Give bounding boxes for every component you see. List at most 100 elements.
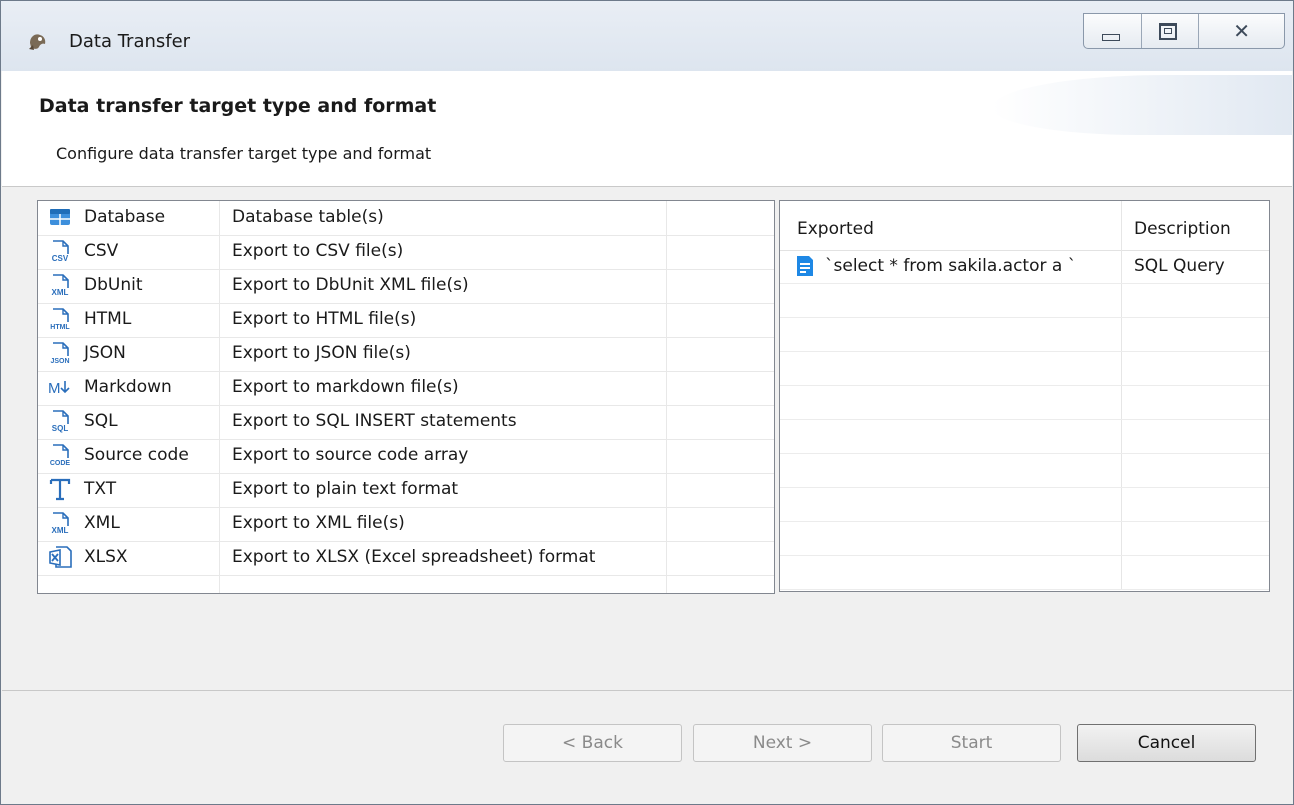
- sql-script-icon: [797, 256, 813, 276]
- format-name: Markdown: [84, 377, 172, 397]
- format-name: SQL: [84, 411, 118, 431]
- svg-text:CODE: CODE: [50, 460, 71, 467]
- next-button[interactable]: Next >: [693, 724, 872, 762]
- format-row[interactable]: CODE Source code Export to source code arr…: [38, 439, 774, 474]
- empty-row: [780, 386, 1269, 420]
- format-name: DbUnit: [84, 275, 143, 295]
- column-divider: [1121, 352, 1122, 385]
- format-name: XLSX: [84, 547, 128, 567]
- column-header-description[interactable]: Description: [1134, 219, 1231, 239]
- format-row[interactable]: M Markdown Export to markdown file(s): [38, 371, 774, 406]
- format-row[interactable]: SQL SQL Export to SQL INSERT statements: [38, 405, 774, 440]
- xml-file-icon: XML: [52, 512, 69, 535]
- column-divider: [1121, 556, 1122, 589]
- header-decoration: [992, 75, 1292, 135]
- title-bar[interactable]: Data Transfer ✕: [1, 1, 1293, 71]
- format-name: JSON: [84, 343, 126, 363]
- column-divider: [1121, 250, 1122, 283]
- close-button[interactable]: ✕: [1199, 14, 1284, 48]
- column-divider: [1121, 284, 1122, 317]
- svg-text:XML: XML: [52, 288, 69, 297]
- svg-text:HTML: HTML: [50, 324, 70, 331]
- column-divider: [1121, 420, 1122, 453]
- back-button[interactable]: < Back: [503, 724, 682, 762]
- format-name: HTML: [84, 309, 132, 329]
- start-button[interactable]: Start: [882, 724, 1061, 762]
- empty-row: [780, 522, 1269, 556]
- column-divider: [1121, 488, 1122, 521]
- page-title: Data transfer target type and format: [39, 95, 437, 117]
- format-row[interactable]: Database Database table(s): [38, 201, 774, 236]
- format-row[interactable]: XML XML Export to XML file(s): [38, 507, 774, 542]
- format-name: Source code: [84, 445, 189, 465]
- footer-separator: [2, 690, 1292, 691]
- format-name: XML: [84, 513, 120, 533]
- empty-row: [780, 284, 1269, 318]
- format-description: Export to CSV file(s): [232, 241, 404, 261]
- empty-row: [38, 575, 774, 593]
- format-description: Export to JSON file(s): [232, 343, 411, 363]
- format-row[interactable]: CSV CSV Export to CSV file(s): [38, 235, 774, 270]
- code-file-icon: CODE: [50, 444, 71, 467]
- sql-file-icon: SQL: [52, 410, 69, 433]
- window-title: Data Transfer: [69, 31, 191, 52]
- csv-file-icon: CSV: [52, 240, 69, 263]
- window-controls: ✕: [1083, 13, 1285, 49]
- exported-table[interactable]: Exported Description `select * from saki…: [779, 200, 1270, 592]
- empty-row: [780, 556, 1269, 590]
- markdown-icon: M: [48, 380, 70, 397]
- column-divider: [1121, 454, 1122, 487]
- excel-icon: [49, 546, 72, 568]
- html-file-icon: HTML: [50, 308, 70, 331]
- format-description: Export to markdown file(s): [232, 377, 459, 397]
- format-row[interactable]: XLSX Export to XLSX (Excel spreadsheet) f…: [38, 541, 774, 576]
- format-row[interactable]: JSON JSON Export to JSON file(s): [38, 337, 774, 372]
- format-description: Database table(s): [232, 207, 384, 227]
- format-description: Export to DbUnit XML file(s): [232, 275, 469, 295]
- format-row[interactable]: XML DbUnit Export to DbUnit XML file(s): [38, 269, 774, 304]
- cancel-button[interactable]: Cancel: [1077, 724, 1256, 762]
- empty-row: [780, 318, 1269, 352]
- svg-text:XML: XML: [52, 526, 69, 535]
- exported-row[interactable]: `select * from sakila.actor a ` SQL Query: [780, 250, 1269, 284]
- format-description: Export to source code array: [232, 445, 469, 465]
- wizard-header: Data transfer target type and format Con…: [2, 71, 1292, 187]
- svg-text:M: M: [48, 380, 61, 397]
- exported-description: SQL Query: [1134, 256, 1225, 276]
- minimize-button[interactable]: [1084, 14, 1142, 48]
- empty-row: [780, 454, 1269, 488]
- close-icon: ✕: [1233, 19, 1250, 43]
- database-icon: [50, 209, 70, 225]
- format-description: Export to HTML file(s): [232, 309, 417, 329]
- column-header-exported[interactable]: Exported: [797, 219, 874, 239]
- format-description: Export to XML file(s): [232, 513, 405, 533]
- format-row[interactable]: TXT Export to plain text format: [38, 473, 774, 508]
- format-description: Export to XLSX (Excel spreadsheet) forma…: [232, 547, 596, 567]
- exported-query: `select * from sakila.actor a `: [825, 256, 1077, 276]
- app-logo-icon: [29, 34, 46, 50]
- column-divider: [1121, 318, 1122, 351]
- page-description: Configure data transfer target type and …: [56, 144, 432, 163]
- format-name: CSV: [84, 241, 119, 261]
- data-transfer-window: Data Transfer ✕ Data transfer target typ…: [0, 0, 1294, 805]
- svg-text:JSON: JSON: [50, 358, 69, 365]
- empty-row: [780, 352, 1269, 386]
- text-icon: [49, 478, 71, 501]
- column-divider: [1121, 522, 1122, 555]
- svg-text:SQL: SQL: [52, 424, 69, 433]
- empty-row: [780, 420, 1269, 454]
- column-divider: [1121, 386, 1122, 419]
- table-header: Exported Description: [780, 201, 1269, 251]
- format-row[interactable]: HTML HTML Export to HTML file(s): [38, 303, 774, 338]
- xml-file-icon: XML: [52, 274, 69, 297]
- format-description: Export to SQL INSERT statements: [232, 411, 517, 431]
- format-name: Database: [84, 207, 166, 227]
- svg-text:CSV: CSV: [52, 254, 69, 263]
- format-list[interactable]: Database Database table(s) CSV CSV Export to…: [37, 200, 775, 594]
- json-file-icon: JSON: [50, 342, 70, 365]
- format-description: Export to plain text format: [232, 479, 459, 499]
- format-name: TXT: [84, 479, 117, 499]
- maximize-button[interactable]: [1142, 14, 1200, 48]
- column-divider: [1121, 201, 1122, 250]
- empty-row: [780, 488, 1269, 522]
